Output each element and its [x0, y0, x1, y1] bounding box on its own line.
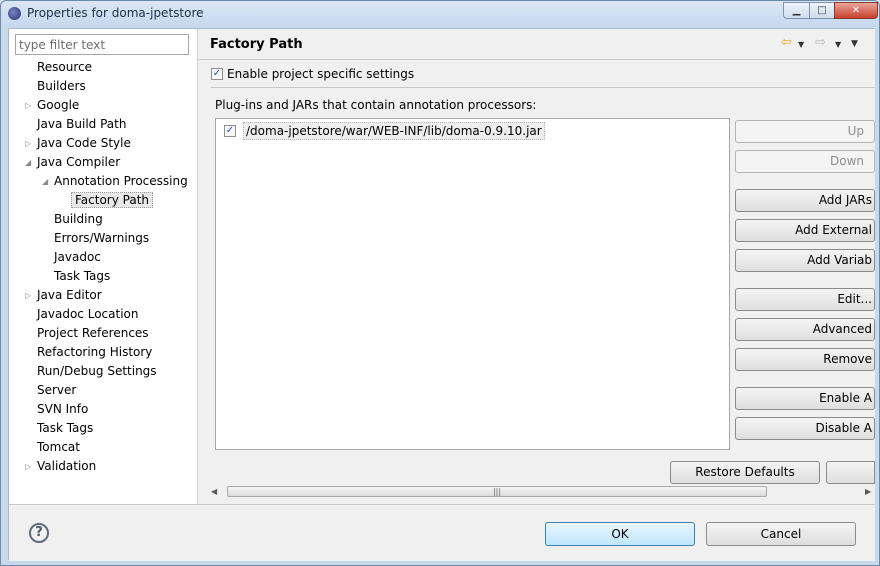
close-button[interactable]: ✕ — [834, 2, 878, 19]
page-title: Factory Path — [210, 37, 303, 52]
expand-icon[interactable]: ▷ — [25, 134, 31, 153]
sidebar-item[interactable]: Resource — [37, 58, 92, 77]
sidebar-item[interactable]: Server — [37, 381, 76, 400]
properties-window: Properties for doma-jpetstore ▁ □ ✕ Reso… — [0, 0, 880, 566]
sidebar-item-label: Server — [37, 383, 77, 397]
title-separator — [199, 59, 875, 60]
up-button[interactable]: Up — [735, 120, 875, 143]
section-label: Plug-ins and JARs that contain annotatio… — [215, 98, 537, 112]
sidebar-item[interactable]: SVN Info — [37, 400, 88, 419]
scroll-thumb[interactable]: ||| — [227, 486, 767, 497]
scroll-left-icon[interactable]: ◀ — [211, 485, 217, 499]
sidebar-item-label: Tomcat — [37, 440, 80, 454]
sidebar-item-label: Javadoc — [54, 250, 101, 264]
filter-input[interactable] — [15, 34, 189, 55]
sidebar-item-label: SVN Info — [37, 402, 89, 416]
add-variable-button[interactable]: Add Variab — [735, 249, 875, 272]
sidebar-item-label: Javadoc Location — [37, 307, 139, 321]
expand-icon[interactable]: ▷ — [25, 457, 31, 476]
scroll-right-icon[interactable]: ▶ — [865, 485, 871, 499]
sidebar-item-label: Google — [37, 98, 80, 112]
button-bar: ? OK Cancel — [9, 504, 875, 561]
sidebar-item[interactable]: Builders — [37, 77, 86, 96]
sidebar-item[interactable]: ▷ Google — [25, 96, 80, 115]
sidebar-item[interactable]: Javadoc — [54, 248, 101, 267]
sidebar-item-label: Builders — [37, 79, 86, 93]
sidebar-item-label: Factory Path — [71, 192, 154, 208]
chevron-down-icon[interactable]: ▼ — [835, 40, 841, 49]
sidebar-item[interactable]: ◢ Annotation Processing — [42, 172, 188, 191]
sidebar-item-label: Refactoring History — [37, 345, 153, 359]
horizontal-scrollbar[interactable]: ◀ ||| ▶ — [211, 485, 875, 499]
sidebar-item[interactable]: Project References — [37, 324, 149, 343]
main-panel: Factory Path ⇦ ▼ ⇨ ▼ ▼ ✓ Enable project … — [199, 29, 875, 504]
cancel-button[interactable]: Cancel — [706, 522, 856, 546]
sidebar-item-label: Java Compiler — [37, 155, 121, 169]
sidebar-item[interactable]: ▷ Java Code Style — [25, 134, 131, 153]
expand-icon[interactable]: ▷ — [25, 96, 31, 115]
sidebar-item-label: Task Tags — [37, 421, 94, 435]
disable-all-button[interactable]: Disable A — [735, 417, 875, 440]
sidebar-item-label: Task Tags — [54, 269, 111, 283]
edit-button[interactable]: Edit... — [735, 288, 875, 311]
title-bar[interactable]: Properties for doma-jpetstore ▁ □ ✕ — [1, 1, 879, 27]
nav-toolbar: ⇦ ▼ ⇨ ▼ ▼ — [781, 35, 871, 53]
sidebar-item-label: Building — [54, 212, 103, 226]
sidebar-item-label: Resource — [37, 60, 93, 74]
view-menu-icon[interactable]: ▼ — [851, 39, 858, 49]
window-title: Properties for doma-jpetstore — [27, 6, 204, 20]
sidebar-item-label: Validation — [37, 459, 97, 473]
add-external-button[interactable]: Add External — [735, 219, 875, 242]
help-icon[interactable]: ? — [29, 523, 49, 543]
add-jars-button[interactable]: Add JARs — [735, 189, 875, 212]
ok-button[interactable]: OK — [545, 522, 695, 546]
enable-label: Enable project specific settings — [227, 67, 415, 81]
sidebar-item[interactable]: ◢ Java Compiler — [25, 153, 121, 172]
sidebar-item[interactable]: Run/Debug Settings — [37, 362, 157, 381]
chevron-down-icon[interactable]: ▼ — [798, 40, 804, 49]
sidebar-item-label: Java Editor — [37, 288, 102, 302]
sidebar-item[interactable]: Task Tags — [37, 419, 93, 438]
sidebar-item[interactable]: Javadoc Location — [37, 305, 138, 324]
factory-path-list[interactable]: ✓ /doma-jpetstore/war/WEB-INF/lib/doma-0… — [215, 118, 730, 450]
down-button[interactable]: Down — [735, 150, 875, 173]
arrow-left-icon[interactable]: ⇦ — [781, 35, 792, 50]
remove-button[interactable]: Remove — [735, 348, 875, 371]
sidebar-item-label: Errors/Warnings — [54, 231, 150, 245]
collapse-icon[interactable]: ◢ — [42, 172, 48, 191]
sidebar-item[interactable]: ▷ Validation — [25, 457, 97, 476]
collapse-icon[interactable]: ◢ — [25, 153, 31, 172]
minimize-button[interactable]: ▁ — [783, 2, 810, 19]
sidebar-item[interactable]: Building — [54, 210, 103, 229]
eclipse-icon — [8, 7, 21, 20]
sidebar-item[interactable]: Factory Path — [71, 191, 154, 210]
sidebar-item-label: Java Code Style — [37, 136, 131, 150]
arrow-right-icon[interactable]: ⇨ — [815, 35, 826, 50]
sidebar-item[interactable]: Refactoring History — [37, 343, 152, 362]
sidebar: Resource Builders ▷ Google Java Build Path ▷ J… — [9, 29, 198, 504]
sidebar-item-label: Annotation Processing — [54, 174, 188, 188]
sidebar-item[interactable]: Errors/Warnings — [54, 229, 149, 248]
sidebar-item-label: Project References — [37, 326, 149, 340]
enable-all-button[interactable]: Enable A — [735, 387, 875, 410]
sidebar-item[interactable]: Tomcat — [37, 438, 80, 457]
sidebar-item-label: Run/Debug Settings — [37, 364, 157, 378]
checkbox-icon[interactable]: ✓ — [211, 68, 223, 80]
restore-defaults-button[interactable]: Restore Defaults — [670, 461, 820, 484]
sidebar-item[interactable]: Java Build Path — [37, 115, 126, 134]
expand-icon[interactable]: ▷ — [25, 286, 31, 305]
sidebar-item[interactable]: ▷ Java Editor — [25, 286, 102, 305]
sidebar-item-label: Java Build Path — [37, 117, 127, 131]
dialog-client: Resource Builders ▷ Google Java Build Path ▷ J… — [8, 28, 875, 561]
apply-button[interactable] — [826, 461, 875, 484]
jar-path: /doma-jpetstore/war/WEB-INF/lib/doma-0.9… — [243, 122, 545, 140]
advanced-button[interactable]: Advanced — [735, 318, 875, 341]
checkbox-icon[interactable]: ✓ — [224, 125, 236, 137]
maximize-button[interactable]: □ — [809, 2, 835, 19]
separator — [211, 87, 875, 88]
sidebar-item[interactable]: Task Tags — [54, 267, 110, 286]
